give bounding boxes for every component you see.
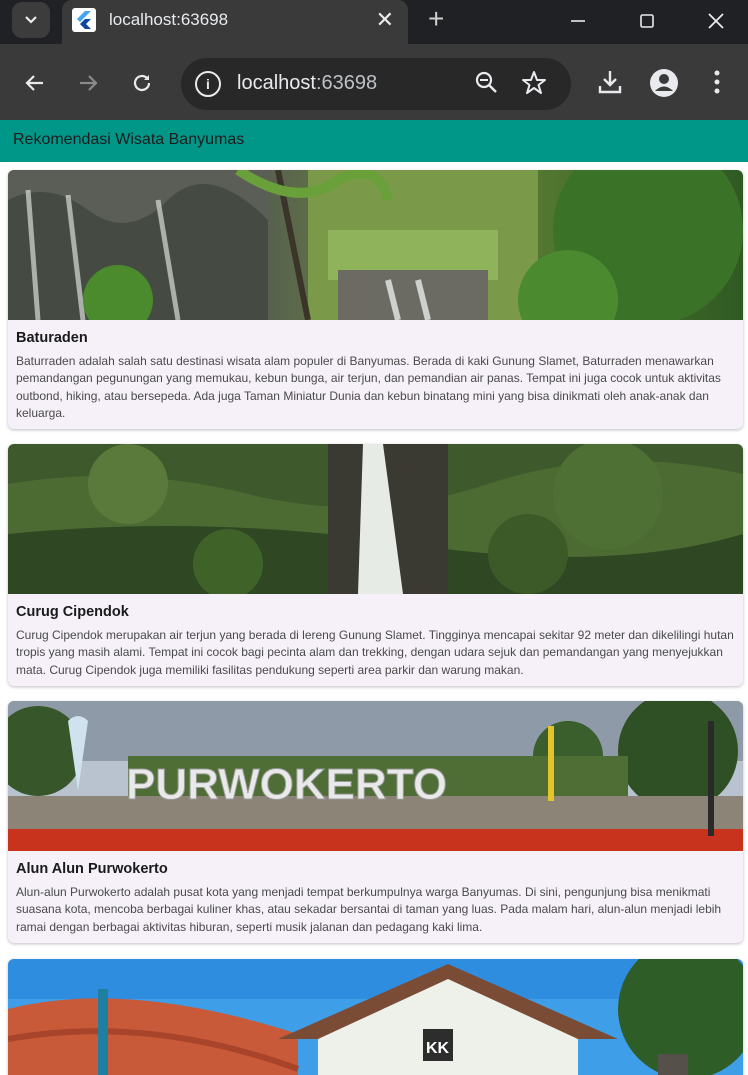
info-icon[interactable]: i: [195, 71, 221, 97]
plus-icon[interactable]: +: [428, 4, 444, 34]
profile-icon[interactable]: [649, 68, 679, 103]
address-bar[interactable]: i localhost:63698: [181, 58, 571, 110]
window-close-icon[interactable]: [701, 8, 731, 34]
place-card[interactable]: Baturaden Baturraden adalah salah satu d…: [8, 170, 743, 429]
flutter-favicon-icon: [72, 8, 96, 32]
browser-toolbar: i localhost:63698: [0, 44, 748, 120]
tab-title: localhost:63698: [109, 10, 229, 29]
app-bar: Rekomendasi Wisata Banyumas: [0, 120, 748, 162]
zoom-out-icon[interactable]: [474, 70, 500, 101]
reload-icon[interactable]: [127, 68, 157, 98]
browser-tab-strip: localhost:63698 ✕ +: [0, 0, 748, 44]
maximize-icon[interactable]: [632, 8, 662, 34]
place-description: Curug Cipendok merupakan air terjun yang…: [16, 628, 734, 677]
page-title: Rekomendasi Wisata Banyumas: [13, 131, 245, 148]
minimize-icon[interactable]: [563, 8, 593, 34]
download-icon[interactable]: [596, 68, 624, 101]
tab-search-icon: [25, 16, 37, 24]
tab-search-button[interactable]: [12, 2, 50, 38]
place-card[interactable]: PURWOKERTO Alun Alun Purwokerto Alun-alu…: [8, 701, 743, 943]
forward-arrow-icon[interactable]: [73, 68, 103, 98]
place-card[interactable]: Curug Cipendok Curug Cipendok merupakan …: [8, 444, 743, 686]
place-description: Alun-alun Purwokerto adalah pusat kota y…: [16, 885, 722, 934]
close-icon[interactable]: ✕: [376, 8, 394, 32]
place-image-4: KK: [8, 959, 743, 1075]
place-description: Baturraden adalah salah satu destinasi w…: [16, 354, 721, 420]
place-name: Baturaden: [16, 330, 88, 346]
place-name: Curug Cipendok: [16, 604, 129, 620]
star-icon[interactable]: [521, 70, 547, 101]
back-arrow-icon[interactable]: [20, 68, 50, 98]
place-card[interactable]: KK: [8, 959, 743, 1075]
purwokerto-sign: PURWOKERTO: [126, 760, 447, 809]
active-tab[interactable]: localhost:63698 ✕: [62, 0, 408, 44]
place-image-curug-cipendok: [8, 444, 743, 594]
place-image-alun-alun-purwokerto: PURWOKERTO: [8, 701, 743, 851]
url-text[interactable]: localhost:63698: [237, 72, 377, 95]
place-image-baturaden: [8, 170, 743, 320]
place-name: Alun Alun Purwokerto: [16, 861, 168, 877]
building-sign: KK: [426, 1040, 450, 1057]
places-list[interactable]: Baturaden Baturraden adalah salah satu d…: [0, 162, 748, 1075]
more-vert-icon[interactable]: [710, 68, 724, 101]
